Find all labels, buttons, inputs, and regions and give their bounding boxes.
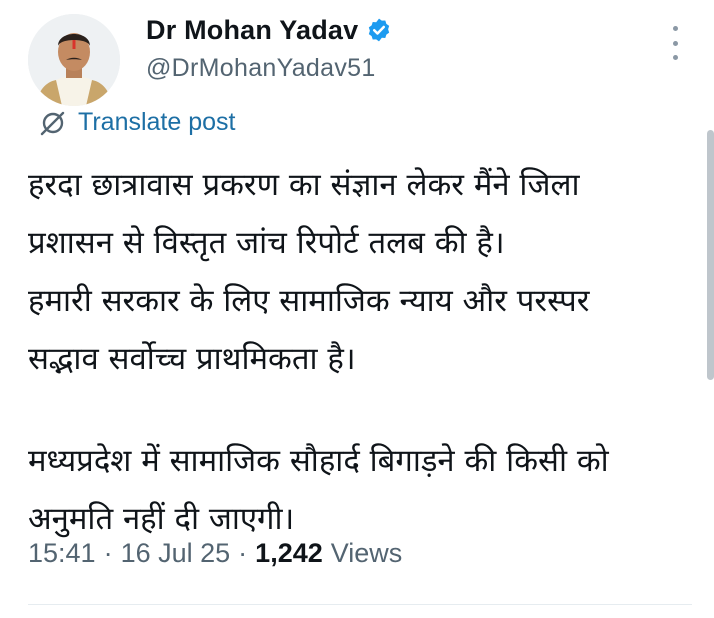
tweet: Dr Mohan Yadav @DrMohanYadav51 Translate… xyxy=(0,0,714,618)
dot xyxy=(672,55,678,60)
post-paragraph: हरदा छात्रावास प्रकरण का संज्ञान लेकर मै… xyxy=(28,167,590,377)
verified-badge-icon xyxy=(366,17,392,43)
name-row: Dr Mohan Yadav xyxy=(146,12,392,48)
translate-post-button[interactable]: Translate post xyxy=(38,108,235,137)
dot xyxy=(672,26,678,31)
post-text: हरदा छात्रावास प्रकरण का संज्ञान लेकर मै… xyxy=(28,156,700,548)
avatar[interactable] xyxy=(28,14,120,106)
translate-post-label: Translate post xyxy=(78,108,236,136)
post-paragraph: मध्यप्रदेश में सामाजिक सौहार्द बिगाड़ने … xyxy=(28,443,609,537)
post-meta: 15:41 · 16 Jul 25 · 1,242 Views xyxy=(28,538,402,569)
views-count[interactable]: 1,242 xyxy=(255,538,323,569)
post-time[interactable]: 15:41 xyxy=(28,538,96,569)
author-handle[interactable]: @DrMohanYadav51 xyxy=(146,54,392,83)
more-options-icon[interactable] xyxy=(664,26,686,60)
divider xyxy=(28,604,692,605)
dot xyxy=(672,40,678,46)
meta-separator: · xyxy=(238,538,248,568)
author-info: Dr Mohan Yadav @DrMohanYadav51 xyxy=(146,12,392,83)
globe-slash-icon xyxy=(38,109,66,137)
author-display-name[interactable]: Dr Mohan Yadav xyxy=(146,15,358,46)
meta-separator: · xyxy=(103,538,113,568)
views-label: Views xyxy=(330,538,403,568)
scrollbar[interactable] xyxy=(707,130,714,380)
avatar-image xyxy=(28,14,120,106)
post-date[interactable]: 16 Jul 25 xyxy=(121,538,231,569)
